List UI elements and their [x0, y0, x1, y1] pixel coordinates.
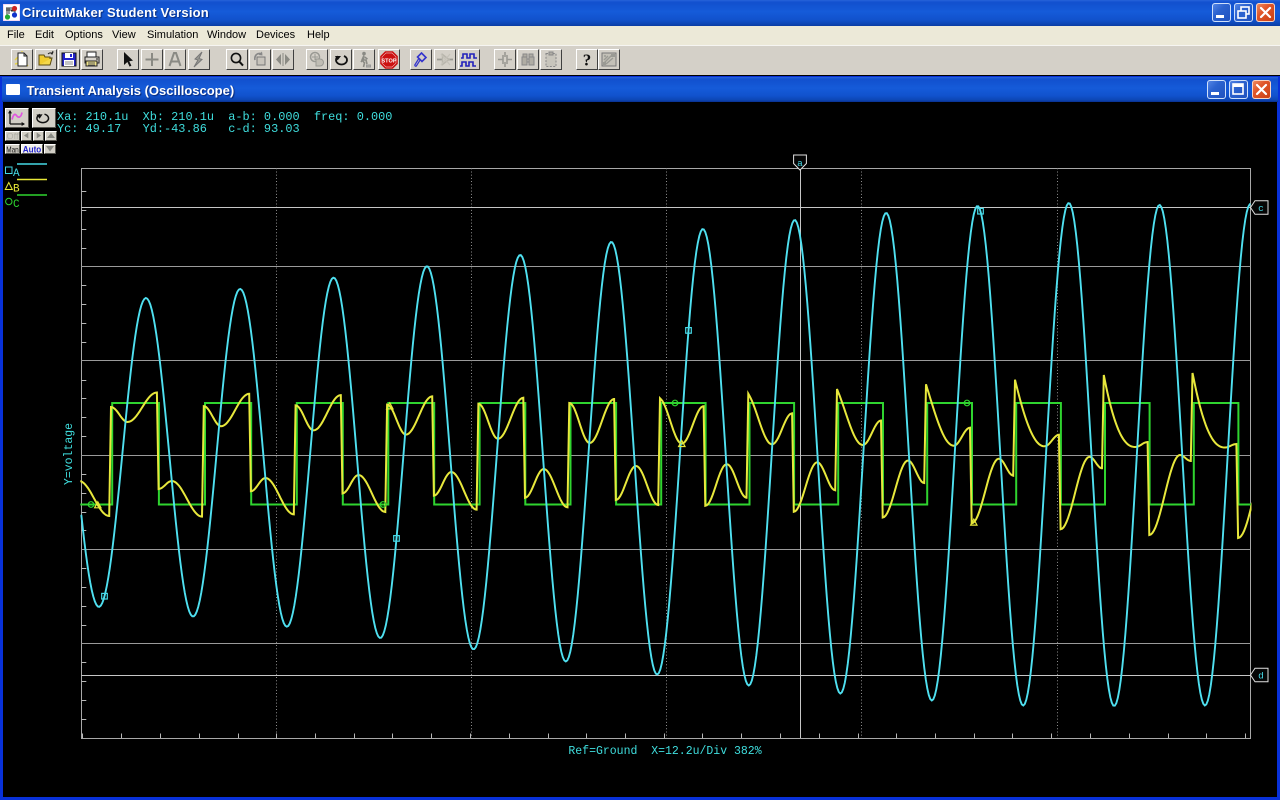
svg-text:B: B: [13, 184, 20, 196]
svg-text:a: a: [797, 158, 803, 169]
svg-text:?: ?: [582, 51, 591, 70]
svg-text:C: C: [13, 199, 20, 211]
svg-text:STOP: STOP: [381, 59, 396, 65]
svg-text:d: d: [1258, 671, 1264, 682]
svg-text:A: A: [13, 168, 20, 180]
svg-text:c: c: [1258, 203, 1264, 214]
svg-text:Ref=Ground X=12.2u/Div 382%: Ref=Ground X=12.2u/Div 382%: [568, 745, 761, 758]
svg-text:Y=voltage: Y=voltage: [63, 423, 76, 485]
